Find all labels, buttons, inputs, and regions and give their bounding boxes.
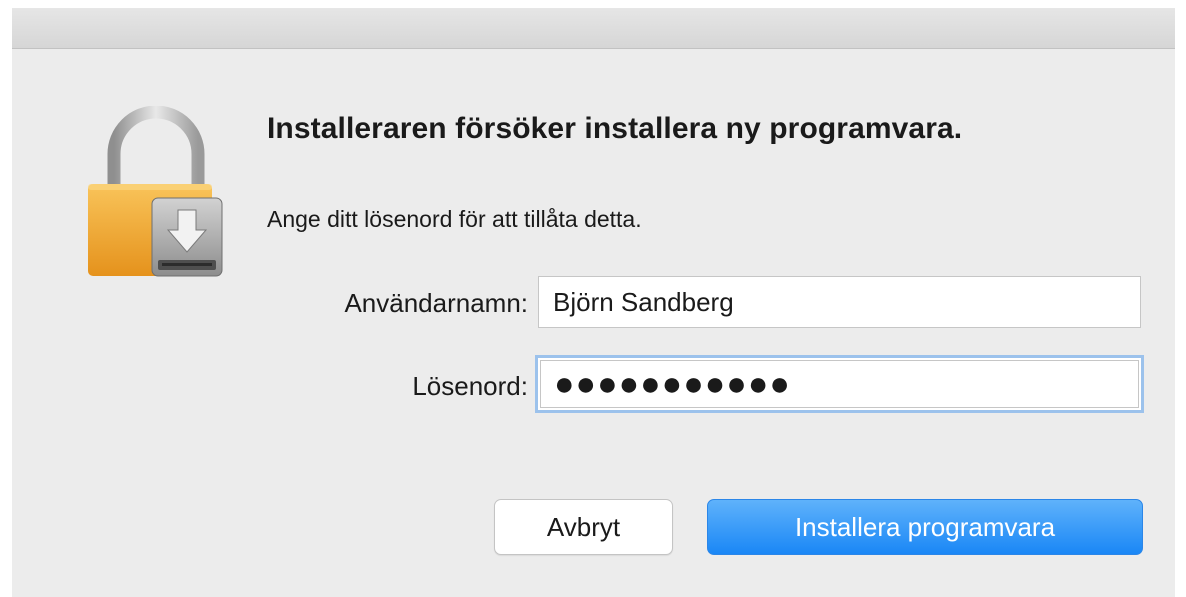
install-software-button[interactable]: Installera programvara [707, 499, 1143, 555]
lock-download-icon [88, 106, 223, 277]
password-label: Lösenord: [412, 371, 528, 401]
authentication-dialog: Installeraren försöker installera ny pro… [12, 8, 1175, 597]
dialog-message: Ange ditt lösenord för att tillåta detta… [267, 206, 642, 232]
dialog-title: Installeraren försöker installera ny pro… [267, 112, 963, 145]
window-titlebar[interactable] [12, 8, 1175, 49]
page: Installeraren försöker installera ny pro… [0, 0, 1186, 597]
cancel-button[interactable]: Avbryt [494, 499, 673, 555]
password-input[interactable]: ●●●●●●●●●●● [538, 358, 1141, 410]
username-label: Användarnamn: [344, 288, 528, 318]
username-input[interactable] [538, 276, 1141, 328]
